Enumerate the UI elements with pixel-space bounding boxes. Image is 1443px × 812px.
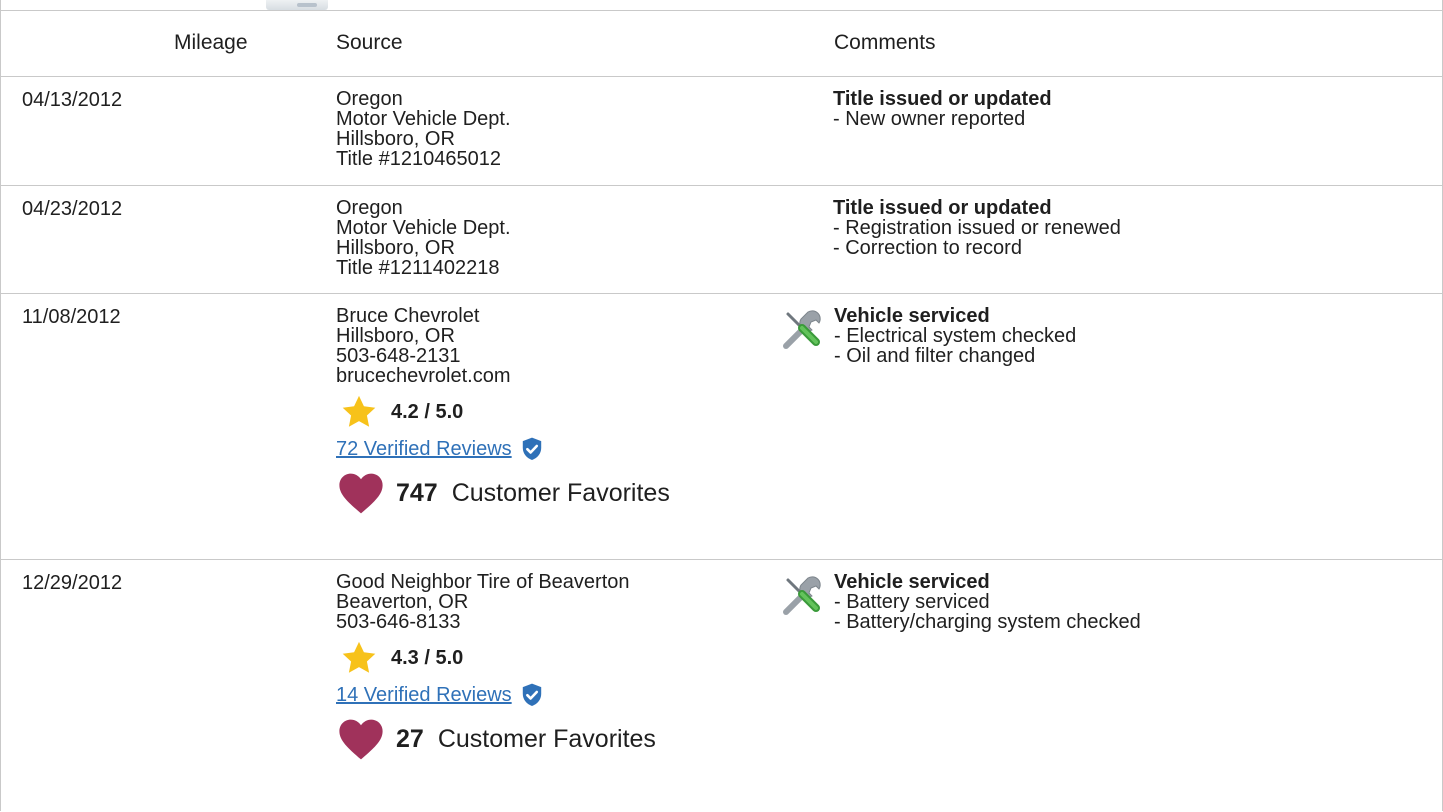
heart-icon: [339, 719, 383, 760]
record-comments: Title issued or updated - New owner repo…: [833, 89, 1052, 129]
source-line: Bruce Chevrolet: [336, 305, 480, 327]
service-tools-icon: [783, 310, 821, 349]
record-comments: Vehicle serviced - Electrical system che…: [834, 306, 1076, 366]
record-comments: Title issued or updated - Registration i…: [833, 198, 1121, 258]
table-row: 12/29/2012 Good Neighbor Tire of Beavert…: [0, 560, 1443, 812]
source-line: 503-648-2131: [336, 345, 461, 367]
record-date: 04/13/2012: [22, 89, 123, 111]
source-line: Hillsboro, OR: [336, 128, 455, 150]
comment-title: Title issued or updated: [833, 88, 1052, 110]
record-date: 12/29/2012: [22, 572, 123, 594]
comment-line: - Battery/charging system checked: [834, 611, 1141, 633]
record-source: Oregon Motor Vehicle Dept. Hillsboro, OR…: [336, 198, 511, 278]
source-line: Motor Vehicle Dept.: [336, 217, 511, 239]
source-line: Title #1210465012: [336, 148, 501, 170]
star-icon: [342, 641, 376, 673]
source-line: Oregon: [336, 197, 403, 219]
logo-icon: [266, 0, 328, 10]
source-line: 503-646-8133: [336, 611, 461, 633]
record-date: 04/23/2012: [22, 198, 123, 220]
record-source: Oregon Motor Vehicle Dept. Hillsboro, OR…: [336, 89, 511, 169]
heart-icon: [339, 473, 383, 514]
verified-reviews: 72 Verified Reviews: [336, 434, 670, 464]
column-header-comments: Comments: [834, 31, 936, 54]
comment-title: Title issued or updated: [833, 197, 1052, 219]
verified-reviews-link[interactable]: 14 Verified Reviews: [336, 685, 512, 705]
service-tools-icon: [783, 576, 821, 615]
verified-badge-icon: [522, 683, 541, 706]
column-header-mileage: Mileage: [174, 31, 248, 54]
source-line: brucechevrolet.com: [336, 365, 511, 387]
verified-badge-icon: [522, 437, 541, 460]
source-line: Title #1211402218: [336, 257, 500, 279]
favorites-count: 747: [396, 479, 438, 507]
source-line: Oregon: [336, 88, 403, 110]
favorites-label: Customer Favorites: [451, 479, 670, 507]
source-line: Beaverton, OR: [336, 591, 469, 613]
comment-line: - New owner reported: [833, 108, 1026, 130]
comment-line: - Battery serviced: [834, 591, 990, 613]
comment-line: - Oil and filter changed: [834, 345, 1036, 367]
comment-line: - Correction to record: [833, 237, 1022, 259]
favorites-count: 27: [396, 725, 424, 753]
comment-title: Vehicle serviced: [834, 571, 990, 593]
record-source: Bruce Chevrolet Hillsboro, OR 503-648-21…: [336, 306, 670, 518]
source-line: Hillsboro, OR: [336, 237, 455, 259]
source-line: Motor Vehicle Dept.: [336, 108, 511, 130]
comment-line: - Electrical system checked: [834, 325, 1077, 347]
table-header: Mileage Source Comments: [0, 11, 1443, 77]
table-row: 04/13/2012 Oregon Motor Vehicle Dept. Hi…: [0, 77, 1443, 186]
table-row: 11/08/2012 Bruce Chevrolet Hillsboro, OR…: [0, 294, 1443, 560]
comment-line: - Registration issued or renewed: [833, 217, 1121, 239]
verified-reviews-link[interactable]: 72 Verified Reviews: [336, 439, 512, 459]
favorites-label: Customer Favorites: [437, 725, 656, 753]
dealer-rating: 4.2 / 5.0: [336, 392, 670, 432]
record-comments: Vehicle serviced - Battery serviced - Ba…: [834, 572, 1141, 632]
rating-value: 4.2 / 5.0: [391, 401, 464, 423]
record-date: 11/08/2012: [22, 306, 121, 328]
customer-favorites: 747 Customer Favorites: [336, 468, 670, 518]
rating-value: 4.3 / 5.0: [391, 647, 464, 669]
source-line: Good Neighbor Tire of Beaverton: [336, 571, 630, 593]
verified-reviews: 14 Verified Reviews: [336, 680, 656, 710]
customer-favorites: 27 Customer Favorites: [336, 714, 656, 764]
table-row: 04/23/2012 Oregon Motor Vehicle Dept. Hi…: [0, 186, 1443, 294]
star-icon: [342, 395, 376, 427]
record-source: Good Neighbor Tire of Beaverton Beaverto…: [336, 572, 656, 764]
dealer-rating: 4.3 / 5.0: [336, 638, 656, 678]
column-header-source: Source: [336, 31, 403, 54]
comment-title: Vehicle serviced: [834, 305, 990, 327]
source-line: Hillsboro, OR: [336, 325, 455, 347]
